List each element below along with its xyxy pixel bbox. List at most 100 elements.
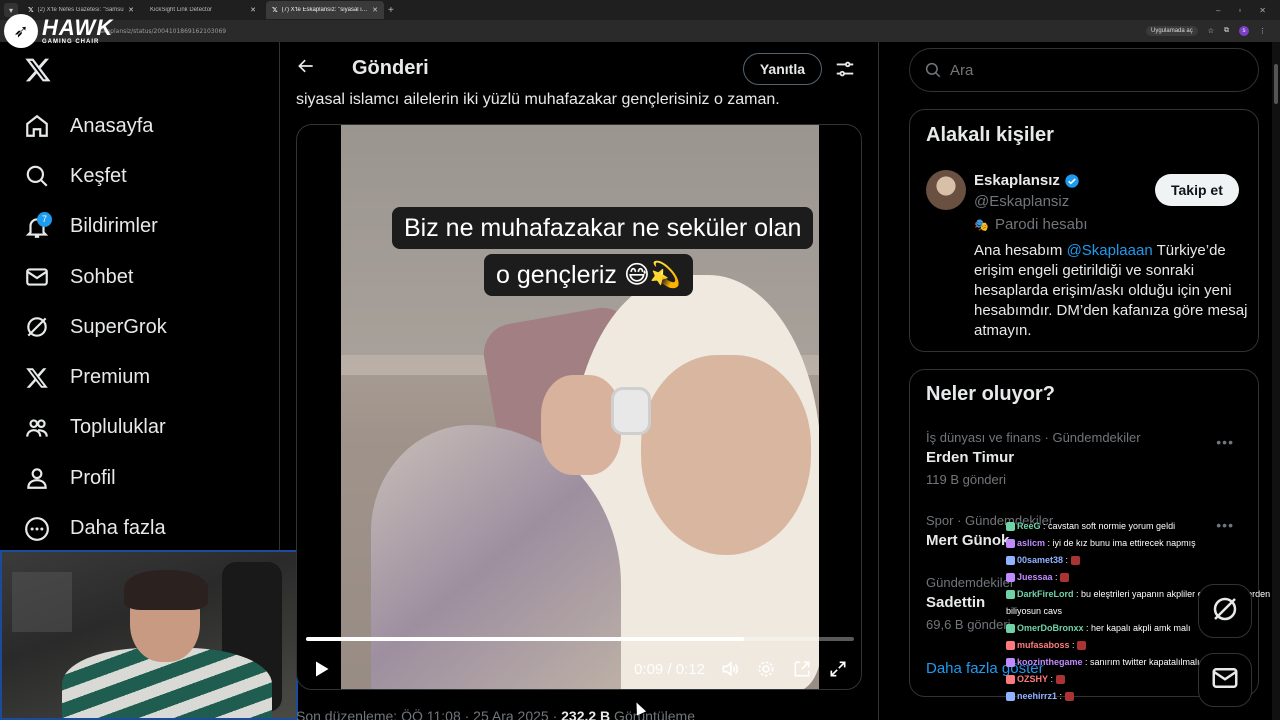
chat-badge-icon [1006, 641, 1015, 651]
nav-supergrok[interactable]: SuperGrok [20, 302, 167, 352]
close-tab-icon[interactable]: ✕ [372, 6, 378, 14]
chat-username[interactable]: OmerDoBronxx [1017, 623, 1084, 633]
video-current-time: 0:09 [634, 660, 664, 678]
fullscreen-icon[interactable] [827, 658, 849, 680]
search-box[interactable] [909, 48, 1259, 92]
browser-tab[interactable]: KickSight Link Detector ✕ [144, 1, 262, 19]
bio-mention-link[interactable]: @Skaplaaan [1067, 242, 1153, 259]
nav-profile[interactable]: Profil [20, 453, 167, 503]
back-arrow-icon[interactable] [296, 56, 318, 82]
tab-title: KickSight Link Detector [150, 7, 213, 13]
webcam-streamer-hair [124, 570, 208, 610]
grok-fab-button[interactable] [1198, 584, 1252, 638]
nav-messages[interactable]: Sohbet [20, 252, 167, 302]
x-icon [20, 361, 54, 395]
minimize-icon[interactable]: – [1216, 6, 1220, 15]
chat-text: : sanırım twitter kapatalılmalı ya [1082, 657, 1212, 667]
chat-username[interactable]: ReeG [1017, 521, 1041, 531]
video-frame[interactable]: Biz ne muhafazakar ne seküler olan o gen… [341, 125, 819, 689]
maximize-icon[interactable]: ▫ [1238, 6, 1241, 15]
view-count: 232,2 B [561, 708, 611, 720]
browser-tab-active[interactable]: 𝕏 (7) X'te Eskaplansız: "siyasal isla ✕ [266, 1, 384, 19]
chat-username[interactable]: Juessaa [1017, 572, 1053, 582]
messages-fab-button[interactable] [1198, 653, 1252, 707]
volume-icon[interactable] [719, 658, 741, 680]
webcam-background [12, 572, 72, 632]
person-display-name: Eskaplansız [974, 172, 1060, 189]
video-player[interactable]: Biz ne muhafazakar ne seküler olan o gen… [296, 124, 862, 690]
grok-icon [20, 310, 54, 344]
more-options-icon[interactable]: ••• [1216, 434, 1234, 450]
view-count-label: Görüntüleme [610, 708, 695, 720]
follow-button[interactable]: Takip et [1155, 174, 1239, 206]
video-person-face [641, 355, 811, 555]
picture-in-picture-icon[interactable] [791, 658, 813, 680]
chat-text: : [1048, 674, 1056, 684]
card-title: Neler oluyor? [926, 383, 1055, 405]
play-icon[interactable] [311, 659, 331, 679]
card-title: Alakalı kişiler [926, 124, 1054, 146]
scrollbar-thumb[interactable] [1274, 64, 1278, 104]
trend-name: Erden Timur [926, 449, 1015, 466]
bookmark-star-icon[interactable]: ☆ [1208, 27, 1214, 35]
chat-message: 00samet38 : [1006, 552, 1280, 569]
reply-button[interactable]: Yanıtla [742, 52, 822, 85]
video-progress-bar[interactable] [306, 637, 854, 641]
search-input[interactable] [950, 61, 1230, 79]
url-field[interactable]: skaplansiz/status/2004101869162103069 [100, 28, 226, 35]
nav-home[interactable]: Anasayfa [20, 101, 167, 151]
extensions-icon[interactable]: ⧉ [1224, 27, 1229, 35]
trend-item[interactable]: İş dünyası ve finans · Gündemdekiler Erd… [926, 430, 1246, 487]
nav-label: Keşfet [70, 164, 127, 187]
video-caption-line: Biz ne muhafazakar ne seküler olan [392, 207, 814, 249]
person-handle[interactable]: @Eskaplansiz [974, 193, 1069, 210]
chat-text: : cavstan soft normie yorum geldi [1040, 521, 1176, 531]
browser-tab-bar: ▾ 𝕏 (2) X'te Nefes Gazetesi: "Samsu ✕ Ki… [0, 0, 1280, 20]
nav-label: Premium [70, 366, 151, 389]
chat-text: : [1063, 555, 1071, 565]
chat-text: : [1069, 640, 1078, 650]
nav-more[interactable]: Daha fazla [20, 503, 167, 553]
nav-notifications[interactable]: 7 Bildirimler [20, 202, 167, 252]
close-tab-icon[interactable]: ✕ [250, 6, 256, 14]
window-controls: – ▫ ✕ [1216, 6, 1280, 15]
chat-badge-icon [1006, 624, 1015, 634]
chat-badge-icon [1006, 573, 1015, 583]
nav-label: Bildirimler [70, 215, 158, 238]
nav-label: Daha fazla [70, 517, 166, 540]
bell-icon: 7 [20, 210, 54, 244]
filter-sliders-icon[interactable] [834, 58, 856, 80]
person-name[interactable]: Eskaplansız [974, 172, 1080, 189]
video-controls: 0:09 / 0:12 [297, 653, 861, 685]
nav-premium[interactable]: Premium [20, 352, 167, 402]
chat-username[interactable]: mufasaboss [1017, 640, 1070, 650]
open-in-app-button[interactable]: Uygulamada aç [1146, 26, 1198, 36]
bio-text: Ana hesabım [974, 242, 1067, 259]
chat-username[interactable]: koozinthegame [1017, 657, 1083, 667]
browser-menu-icon[interactable]: ⋮ [1259, 27, 1266, 35]
x-logo-icon[interactable] [24, 56, 52, 86]
notification-count-badge: 7 [37, 211, 52, 227]
close-tab-icon[interactable]: ✕ [128, 6, 134, 14]
tab-title: (2) X'te Nefes Gazetesi: "Samsu [37, 7, 124, 13]
nav-label: Topluluklar [70, 416, 166, 439]
chat-badge-icon [1006, 692, 1015, 702]
nav-explore[interactable]: Keşfet [20, 151, 167, 201]
close-window-icon[interactable]: ✕ [1259, 6, 1266, 15]
chat-username[interactable]: aslicm [1017, 538, 1045, 548]
settings-gear-icon[interactable] [755, 658, 777, 680]
hawk-logo-icon: ➶ [4, 14, 38, 48]
primary-nav: Anasayfa Keşfet 7 Bildirimler Sohbet Sup… [20, 101, 167, 554]
browser-profile-avatar[interactable]: s [1239, 26, 1249, 36]
trend-category: İş dünyası ve finans · Gündemdekiler [926, 430, 1141, 445]
chat-username[interactable]: DarkFireLord [1017, 589, 1074, 599]
chat-text: : [1052, 572, 1061, 582]
chat-username[interactable]: OZSHY [1017, 674, 1048, 684]
new-tab-icon[interactable]: + [388, 5, 394, 16]
chat-username[interactable]: neehirrz1 [1017, 691, 1057, 701]
avatar[interactable] [926, 170, 966, 210]
chat-username[interactable]: 00samet38 [1017, 555, 1063, 565]
chat-badge-icon [1006, 658, 1015, 668]
nav-label: SuperGrok [70, 315, 167, 338]
nav-communities[interactable]: Topluluklar [20, 403, 167, 453]
